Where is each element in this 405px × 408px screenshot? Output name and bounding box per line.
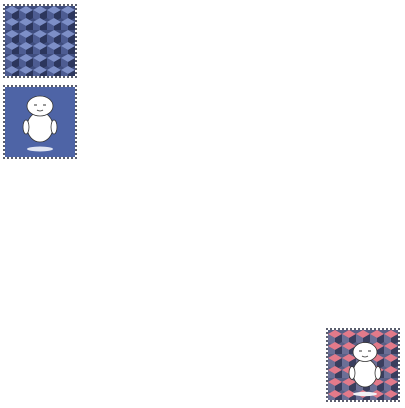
robot-tile-pink[interactable] <box>326 328 400 402</box>
robot-tile-blue[interactable] <box>3 85 77 159</box>
isometric-cube-pattern-icon <box>5 6 75 76</box>
canvas <box>0 0 405 408</box>
robot-icon <box>5 87 75 157</box>
robot-on-cubes-icon <box>328 330 398 400</box>
cube-pattern-tile[interactable] <box>3 4 77 78</box>
